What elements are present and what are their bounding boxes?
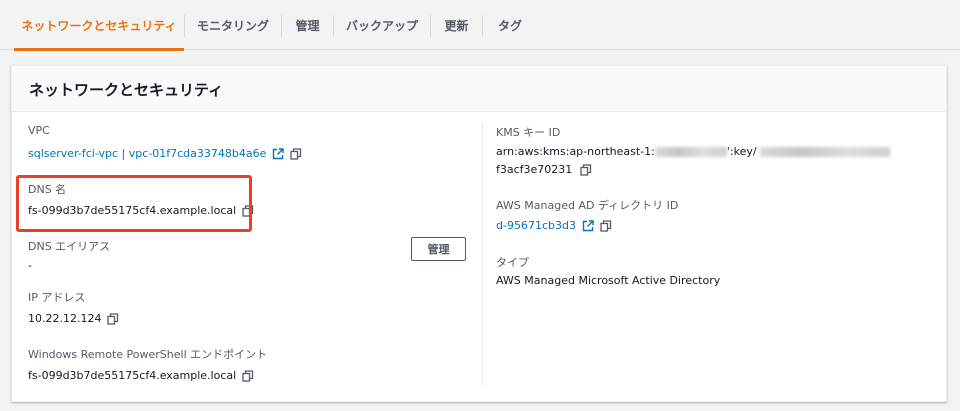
ip-address-label: IP アドレス — [28, 291, 86, 304]
vpc-label: VPC — [28, 124, 50, 137]
kms-key-line2: f3acf3e70231 — [496, 163, 592, 176]
column-divider — [482, 122, 483, 387]
redacted-key-id — [759, 146, 890, 157]
tab-network-security[interactable]: ネットワークとセキュリティ — [14, 0, 184, 51]
tab-management[interactable]: 管理 — [282, 0, 333, 50]
panel-title: ネットワークとセキュリティ — [29, 81, 224, 99]
copy-icon[interactable] — [107, 312, 119, 325]
ad-directory-value: d-95671cb3d3 — [496, 219, 576, 232]
kms-key-label: KMS キー ID — [496, 126, 561, 139]
vpc-link[interactable]: sqlserver-fci-vpc | vpc-01f7cda33748b4a6… — [28, 147, 302, 160]
tab-monitoring[interactable]: モニタリング — [185, 0, 281, 50]
copy-icon[interactable] — [290, 147, 302, 160]
tab-tags[interactable]: タグ — [483, 0, 537, 50]
panel-header: ネットワークとセキュリティ — [12, 66, 946, 112]
manage-button[interactable]: 管理 — [411, 237, 466, 261]
copy-icon[interactable] — [242, 369, 254, 382]
copy-icon[interactable] — [580, 163, 592, 176]
tab-updates[interactable]: 更新 — [431, 0, 482, 50]
kms-key-line1: arn:aws:kms:ap-northeast-1: ':key/ — [496, 145, 890, 158]
tab-backup[interactable]: バックアップ — [334, 0, 430, 50]
dns-name-highlight-box — [16, 175, 252, 232]
ip-address-row: 10.22.12.124 — [28, 312, 119, 325]
external-link-icon[interactable] — [272, 147, 285, 160]
tab-bar: ネットワークとセキュリティ モニタリング 管理 バックアップ 更新 タグ — [0, 0, 960, 51]
copy-icon[interactable] — [600, 219, 612, 232]
network-security-panel: ネットワークとセキュリティ VPC sqlserver-fci-vpc | vp… — [11, 65, 947, 402]
redacted-account-id — [654, 146, 727, 157]
powershell-endpoint-label: Windows Remote PowerShell エンドポイント — [28, 348, 268, 361]
dns-alias-label: DNS エイリアス — [28, 240, 111, 253]
ad-directory-link[interactable]: d-95671cb3d3 — [496, 219, 612, 232]
kms-key-prefix: arn:aws:kms:ap-northeast-1: — [496, 145, 655, 158]
powershell-endpoint-value: fs-099d3b7de55175cf4.example.local — [28, 369, 237, 382]
ad-directory-label: AWS Managed AD ディレクトリ ID — [496, 199, 679, 212]
dns-alias-value: - — [28, 259, 32, 272]
type-value: AWS Managed Microsoft Active Directory — [496, 274, 721, 287]
vpc-value: sqlserver-fci-vpc | vpc-01f7cda33748b4a6… — [28, 147, 267, 160]
powershell-endpoint-row: fs-099d3b7de55175cf4.example.local — [28, 369, 254, 382]
external-link-icon[interactable] — [582, 219, 594, 232]
kms-key-mid: ':key/ — [726, 145, 757, 158]
kms-key-suffix: f3acf3e70231 — [496, 163, 573, 176]
ip-address-value: 10.22.12.124 — [28, 312, 102, 325]
type-label: タイプ — [496, 256, 529, 269]
